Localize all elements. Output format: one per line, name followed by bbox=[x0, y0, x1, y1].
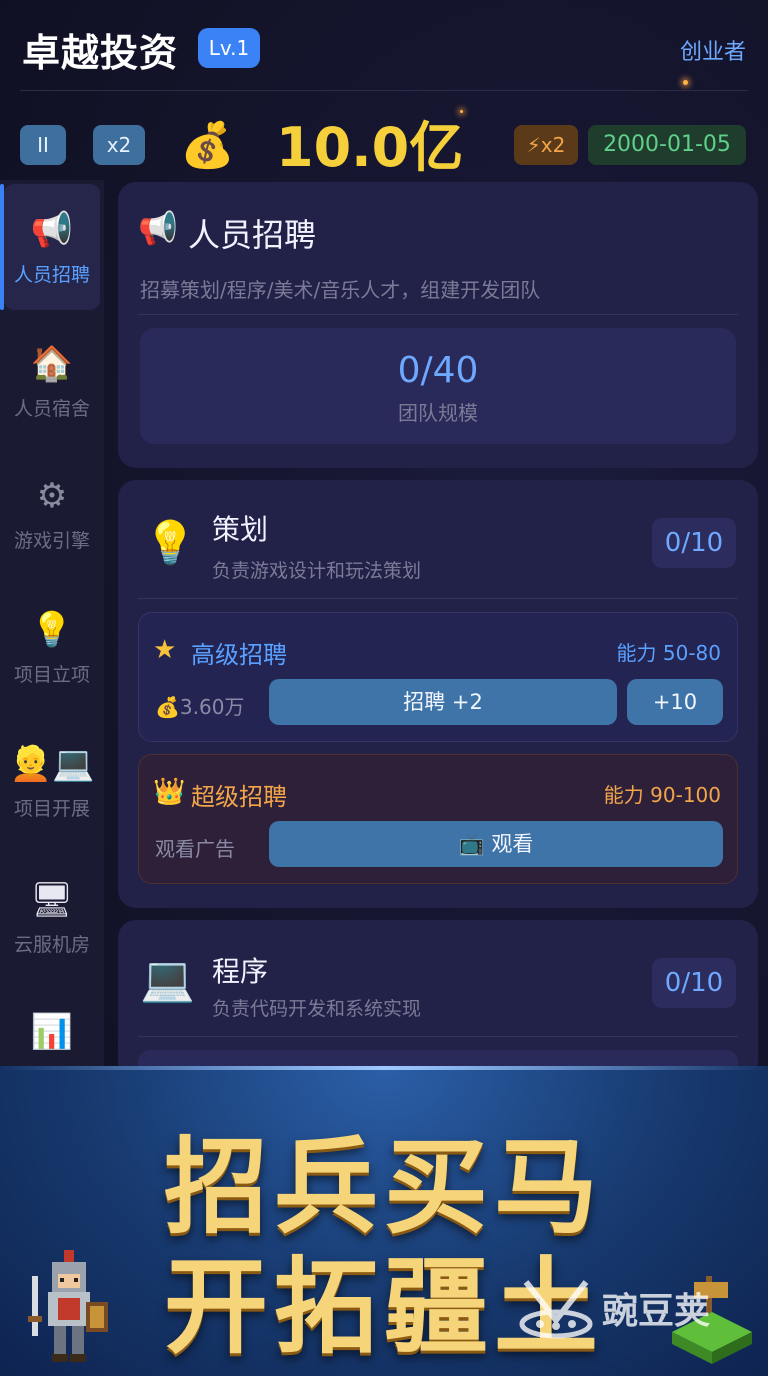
sidebar-item-label: 项目开展 bbox=[13, 798, 90, 820]
divider bbox=[138, 598, 738, 599]
role-count-badge: 0/10 bbox=[652, 518, 736, 568]
planning-card: 💡 策划 负责游戏设计和玩法策划 0/10 ★ 高级招聘 能力 50-80 💰3… bbox=[118, 480, 758, 908]
recruit-cost: 💰3.60万 bbox=[155, 695, 245, 719]
page-title: 人员招聘 bbox=[188, 216, 317, 254]
watch-ad-button[interactable]: 📺 观看 bbox=[269, 821, 723, 867]
sidebar-item-recruit[interactable]: 📢 人员招聘 bbox=[0, 184, 100, 310]
app-title: 卓越投资 bbox=[22, 31, 179, 75]
team-size-box: 0/40 团队规模 bbox=[140, 328, 736, 444]
team-size-label: 团队规模 bbox=[398, 401, 478, 425]
megaphone-icon: 📢 bbox=[138, 209, 178, 247]
role-title: 策划 bbox=[212, 513, 269, 546]
sidebar-item-project-setup[interactable]: 💡 项目立项 bbox=[4, 584, 100, 710]
sidebar-item-dormitory[interactable]: 🏠 人员宿舍 bbox=[4, 318, 100, 444]
money-bag-icon: 💰 bbox=[180, 120, 235, 171]
pause-button[interactable]: II bbox=[20, 125, 66, 165]
sidebar-item-label: 项目立项 bbox=[13, 664, 90, 686]
sidebar-item-label: 云服机房 bbox=[13, 934, 90, 956]
sidebar-item-engine[interactable]: ⚙ 游戏引擎 bbox=[4, 450, 100, 576]
recruit-2-button[interactable]: 招聘 +2 bbox=[269, 679, 617, 725]
star-icon: ★ bbox=[153, 635, 177, 665]
status-bar: II x2 💰 10.0亿 ⚡x2 2000-01-05 bbox=[0, 112, 768, 178]
team-size-value: 0/40 bbox=[397, 350, 479, 391]
pixel-knight-illustration bbox=[28, 1250, 108, 1362]
ability-range: 能力 50-80 bbox=[616, 641, 721, 665]
worker-laptop-icon: 👱💻 bbox=[9, 744, 95, 784]
super-recruit-title: 超级招聘 bbox=[191, 783, 287, 811]
bar-chart-icon: 📊 bbox=[30, 1012, 74, 1052]
sidebar-item-cloud-server[interactable]: 🖥 云服机房 bbox=[4, 854, 100, 980]
watch-ad-label: 观看广告 bbox=[155, 837, 235, 861]
ability-range: 能力 90-100 bbox=[603, 783, 721, 807]
pause-icon: II bbox=[37, 133, 49, 157]
banner-glow bbox=[0, 1066, 768, 1070]
sidebar: 📢 人员招聘 🏠 人员宿舍 ⚙ 游戏引擎 💡 项目立项 👱💻 项目开展 🖥 云服… bbox=[0, 180, 104, 1070]
gear-icon: ⚙ bbox=[36, 476, 68, 516]
role-count-badge: 0/10 bbox=[652, 958, 736, 1008]
sidebar-item-label: 游戏引擎 bbox=[13, 530, 90, 552]
sidebar-item-label: 人员宿舍 bbox=[13, 398, 90, 420]
recruit-10-button[interactable]: +10 bbox=[627, 679, 723, 725]
watermark-logo: 豌豆荚 bbox=[516, 1272, 746, 1342]
speed-button[interactable]: x2 bbox=[93, 125, 145, 165]
super-recruit-box: 👑 超级招聘 能力 90-100 观看广告 📺 观看 bbox=[138, 754, 738, 884]
role-description: 负责代码开发和系统实现 bbox=[212, 998, 422, 1020]
date-badge: 2000-01-05 bbox=[588, 125, 746, 165]
sidebar-item-label: 人员招聘 bbox=[13, 264, 90, 286]
lightbulb-icon: 💡 bbox=[144, 518, 197, 567]
computer-icon: 🖥 bbox=[30, 880, 74, 920]
bean-logo-icon bbox=[519, 1280, 593, 1339]
app-header: 卓越投资 Lv.1 创业者 bbox=[0, 0, 768, 92]
megaphone-icon: 📢 bbox=[30, 210, 74, 250]
recruit-summary-card: 📢 人员招聘 招募策划/程序/美术/音乐人才，组建开发团队 0/40 团队规模 bbox=[118, 182, 758, 468]
boost-badge[interactable]: ⚡x2 bbox=[514, 125, 578, 165]
role-title: 程序 bbox=[212, 955, 269, 988]
divider bbox=[138, 1036, 738, 1037]
advanced-recruit-title: 高级招聘 bbox=[191, 641, 287, 669]
level-badge: Lv.1 bbox=[198, 28, 260, 68]
crown-icon: 👑 bbox=[153, 777, 186, 807]
advanced-recruit-box: ★ 高级招聘 能力 50-80 💰3.60万 招聘 +2 +10 bbox=[138, 612, 738, 742]
role-link[interactable]: 创业者 bbox=[680, 34, 746, 66]
watermark-text: 豌豆荚 bbox=[602, 1291, 711, 1332]
divider bbox=[138, 314, 738, 315]
money-value: 10.0亿 bbox=[276, 116, 464, 179]
sidebar-item-project-progress[interactable]: 👱💻 项目开展 bbox=[4, 718, 100, 844]
laptop-icon: 💻 bbox=[140, 954, 195, 1005]
house-icon: 🏠 bbox=[30, 344, 74, 384]
lightbulb-icon: 💡 bbox=[30, 610, 74, 650]
programming-card: 💻 程序 负责代码开发和系统实现 0/10 bbox=[118, 920, 758, 1080]
promo-banner: 招兵买马 开拓疆土 豌豆荚 bbox=[0, 1066, 768, 1376]
page-description: 招募策划/程序/美术/音乐人才，组建开发团队 bbox=[140, 278, 541, 302]
role-description: 负责游戏设计和玩法策划 bbox=[212, 560, 422, 582]
header-divider bbox=[20, 90, 748, 91]
